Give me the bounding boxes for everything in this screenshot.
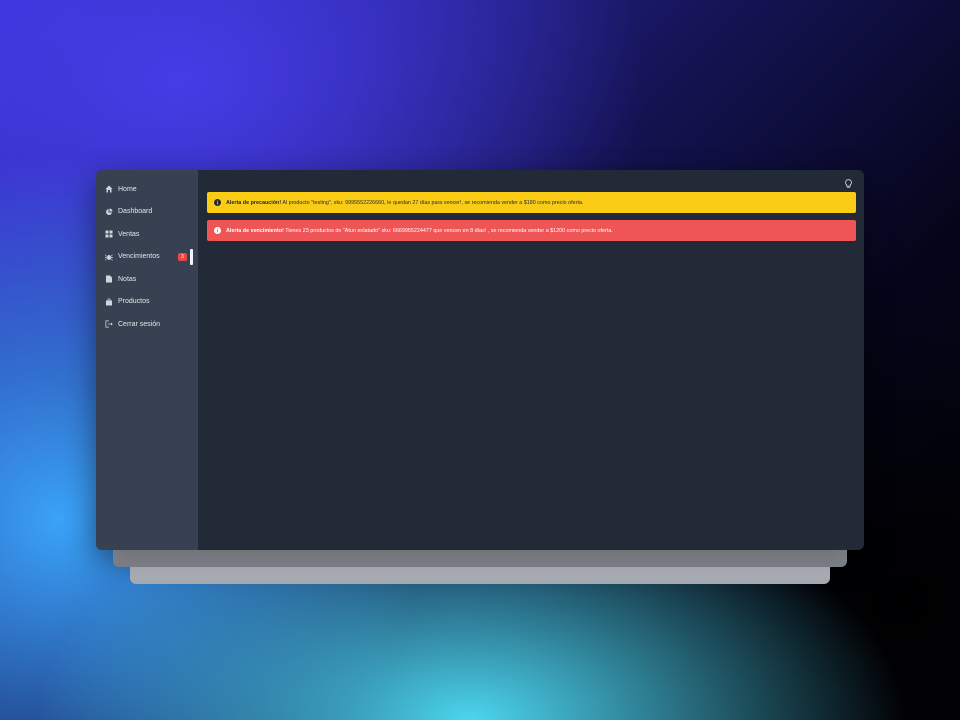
info-icon bbox=[214, 199, 221, 206]
sidebar-item-label: Home bbox=[118, 185, 137, 193]
sidebar-item-label: Cerrar sesión bbox=[118, 320, 161, 328]
sidebar-item-cerrar-sesion[interactable]: Cerrar sesión bbox=[96, 313, 198, 336]
sidebar-item-label: Vencimientos bbox=[118, 253, 160, 261]
alert-message: Tienes 23 productos de "Atun enlatado" s… bbox=[283, 227, 613, 234]
note-icon bbox=[104, 275, 113, 284]
home-icon bbox=[104, 185, 113, 194]
alert-title: Alerta de precaución! bbox=[226, 199, 282, 206]
sidebar-item-label: Ventas bbox=[118, 230, 140, 238]
sidebar-item-home[interactable]: Home bbox=[96, 178, 198, 201]
info-icon bbox=[214, 227, 221, 234]
app-window: Home Dashboard Ventas Vencimientos 3 Not… bbox=[96, 170, 864, 550]
sidebar-item-dashboard[interactable]: Dashboard bbox=[96, 201, 198, 224]
sidebar-item-notas[interactable]: Notas bbox=[96, 268, 198, 291]
grid-icon bbox=[104, 230, 113, 239]
chart-pie-icon bbox=[104, 207, 113, 216]
sidebar-item-label: Dashboard bbox=[118, 208, 153, 216]
sidebar-item-label: Notas bbox=[118, 275, 137, 283]
lightbulb-icon[interactable] bbox=[844, 176, 853, 188]
sidebar-item-vencimientos[interactable]: Vencimientos 3 bbox=[96, 246, 198, 269]
logout-icon bbox=[104, 320, 113, 329]
sidebar: Home Dashboard Ventas Vencimientos 3 Not… bbox=[96, 170, 198, 550]
main-content: Alerta de precaución! Al producto "testi… bbox=[198, 170, 864, 550]
bag-icon bbox=[104, 297, 113, 306]
alert-message: Al producto "testing", sku: 999555222666… bbox=[281, 199, 584, 206]
notification-badge: 3 bbox=[178, 252, 187, 261]
warning-alert: Alerta de precaución! Al producto "testi… bbox=[207, 192, 856, 213]
bug-icon bbox=[104, 252, 113, 261]
sidebar-item-productos[interactable]: Productos bbox=[96, 291, 198, 314]
active-indicator bbox=[190, 248, 193, 265]
danger-alert: Alerta de vencimiento! Tienes 23 product… bbox=[207, 220, 856, 241]
sidebar-item-ventas[interactable]: Ventas bbox=[96, 223, 198, 246]
sidebar-item-label: Productos bbox=[118, 298, 150, 306]
alert-title: Alerta de vencimiento! bbox=[226, 227, 284, 234]
